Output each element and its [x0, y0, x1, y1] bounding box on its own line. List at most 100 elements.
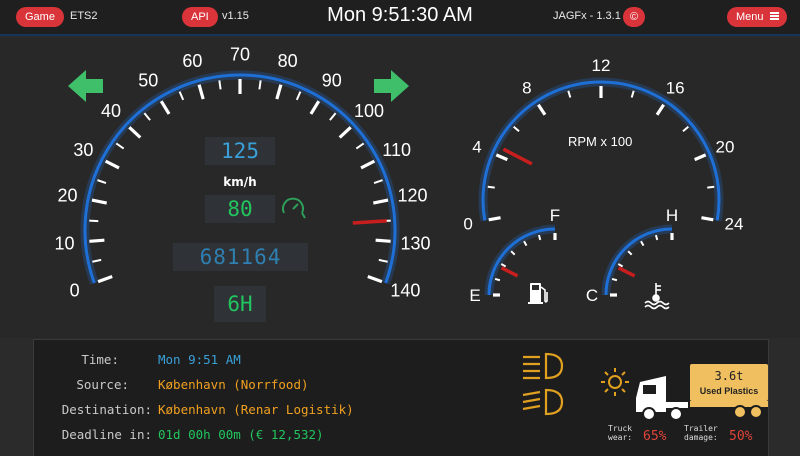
rpm-minor-tick: [487, 185, 495, 189]
low-beam-icon: [523, 352, 564, 380]
rpm-minor-tick: [630, 90, 635, 98]
game-button[interactable]: Game: [16, 7, 64, 27]
app-name: JAGFx - 1.3.1: [553, 10, 621, 22]
speedo-tick-label: 60: [182, 51, 202, 71]
speedo-minor-tick: [355, 142, 365, 150]
speedo-major-tick: [309, 100, 321, 115]
rpm-major-tick: [694, 153, 707, 162]
temperature-level-needle: [617, 266, 636, 278]
rpm-minor-tick: [567, 90, 572, 98]
speedo-minor-tick: [218, 80, 222, 90]
game-name: ETS2: [70, 10, 98, 22]
speedo-major-tick: [97, 275, 113, 284]
trailer-damage-label-2: damage:: [684, 433, 718, 442]
temperature-gauge: CH: [586, 206, 678, 305]
speedo-tick-label: 10: [54, 234, 74, 254]
fuel-arc-glow: [484, 224, 556, 296]
clock: Mon 9:51:30 AM: [327, 4, 473, 26]
speedo-minor-tick: [115, 142, 125, 150]
cargo-weight: 3.6t: [714, 369, 744, 383]
rpm-minor-tick: [682, 125, 689, 132]
speedo-tick-label: 130: [400, 234, 430, 254]
speedo-tick-label: 0: [70, 281, 80, 301]
speedo-major-tick: [372, 198, 389, 205]
rpm-major-tick: [495, 153, 508, 162]
speedo-major-tick: [367, 275, 383, 284]
rpm-tick-label: 0: [463, 215, 472, 234]
speedo-major-tick: [375, 238, 391, 243]
api-version: v1.15: [222, 10, 249, 22]
speedo-minor-tick: [373, 179, 383, 185]
speedo-major-tick: [128, 126, 142, 139]
time-value: Mon 9:51 AM: [158, 352, 241, 367]
truck-wear-label: Truck wear:: [608, 424, 632, 442]
speedo-tick-label: 80: [278, 51, 298, 71]
rpm-arc: [481, 80, 721, 221]
fuel-pump-icon: [528, 283, 548, 304]
speedo-minor-tick: [295, 91, 302, 101]
truck-wear-label-1: Truck: [608, 424, 633, 433]
fuel-minor-tick: [510, 250, 516, 256]
speedo-tick-label: 40: [101, 101, 121, 121]
hamburger-icon: [769, 12, 779, 21]
source-value: København (Norrfood): [158, 377, 309, 392]
arrow-left-icon: [68, 70, 103, 102]
dashboard: 0 10 20 30 40 50 60 70 80 90 100 110 120 130 140 0 4 8 12…: [0, 38, 800, 338]
speedo-minor-tick: [143, 112, 151, 121]
api-button[interactable]: API: [182, 7, 218, 27]
cargo-name: Used Plastics: [699, 386, 759, 396]
rpm-major-tick: [488, 216, 501, 222]
fuel-tick-label: E: [469, 286, 480, 305]
destination-label: Destination:: [61, 402, 152, 417]
fuel-minor-tick: [500, 263, 507, 268]
fuel-gauge: EF: [469, 206, 560, 305]
rpm-tick-label: 24: [724, 215, 743, 234]
truck-icon: [636, 376, 688, 421]
copyright-button[interactable]: ©: [623, 7, 646, 27]
speedo-tick-label: 110: [382, 140, 411, 160]
gear-display: 6H: [214, 286, 266, 322]
top-bar: Game ETS2 API v1.15 Mon 9:51:30 AM JAGFx…: [0, 0, 800, 36]
temp-minor-tick: [654, 234, 659, 241]
rpm-needle: [502, 147, 533, 166]
truck-wear-label-2: wear:: [608, 433, 633, 442]
rpm-major-tick: [701, 216, 714, 222]
speedo-tick-label: 50: [138, 70, 158, 90]
temp-minor-tick: [640, 240, 645, 247]
rpm-major-tick: [537, 103, 547, 116]
speedo-major-tick: [159, 100, 171, 115]
speedo-minor-tick: [378, 258, 388, 263]
coolant-temp-icon: [644, 283, 670, 310]
beacon-light-icon: [601, 368, 629, 396]
gauges-svg: 0 10 20 30 40 50 60 70 80 90 100 110 120 130 140 0 4 8 12…: [54, 44, 743, 310]
speedo-major-tick: [338, 126, 352, 139]
destination-value: København (Renar Logistik): [158, 402, 354, 417]
speedo-tick-label: 70: [230, 44, 250, 64]
high-beam-icon: [522, 388, 564, 416]
rpm-tick-label: 12: [592, 56, 611, 75]
fuel-minor-tick: [523, 240, 528, 247]
temp-minor-tick: [617, 263, 624, 268]
truck-wear-value: 65%: [643, 429, 667, 444]
speedo-tick-label: 20: [57, 186, 77, 206]
rpm-major-tick: [655, 103, 665, 116]
speedo-major-tick: [91, 198, 108, 205]
fuel-tick-label: F: [550, 206, 560, 225]
source-label: Source:: [76, 377, 129, 392]
menu-button[interactable]: Menu: [727, 7, 787, 27]
speedo-minor-tick: [178, 91, 185, 101]
speedo-minor-tick: [92, 258, 102, 263]
speedo-tick-label: 90: [322, 70, 342, 90]
job-panel: Time: Mon 9:51 AM Source: København (Nor…: [33, 339, 769, 456]
speedo-tick-label: 100: [354, 101, 384, 121]
deadline-value: 01d 00h 00m (€ 12,532): [158, 427, 324, 442]
trailer-damage-label-1: Trailer: [684, 424, 718, 433]
temp-tick-label: H: [666, 206, 678, 225]
fuel-level-needle: [500, 266, 519, 278]
speedo-major-tick: [275, 84, 283, 100]
menu-label: Menu: [736, 11, 764, 23]
speedo-minor-tick: [97, 179, 107, 185]
speedo-tick-label: 120: [397, 186, 427, 206]
speedo-major-tick: [360, 159, 376, 170]
speedo-major-tick: [89, 238, 105, 243]
